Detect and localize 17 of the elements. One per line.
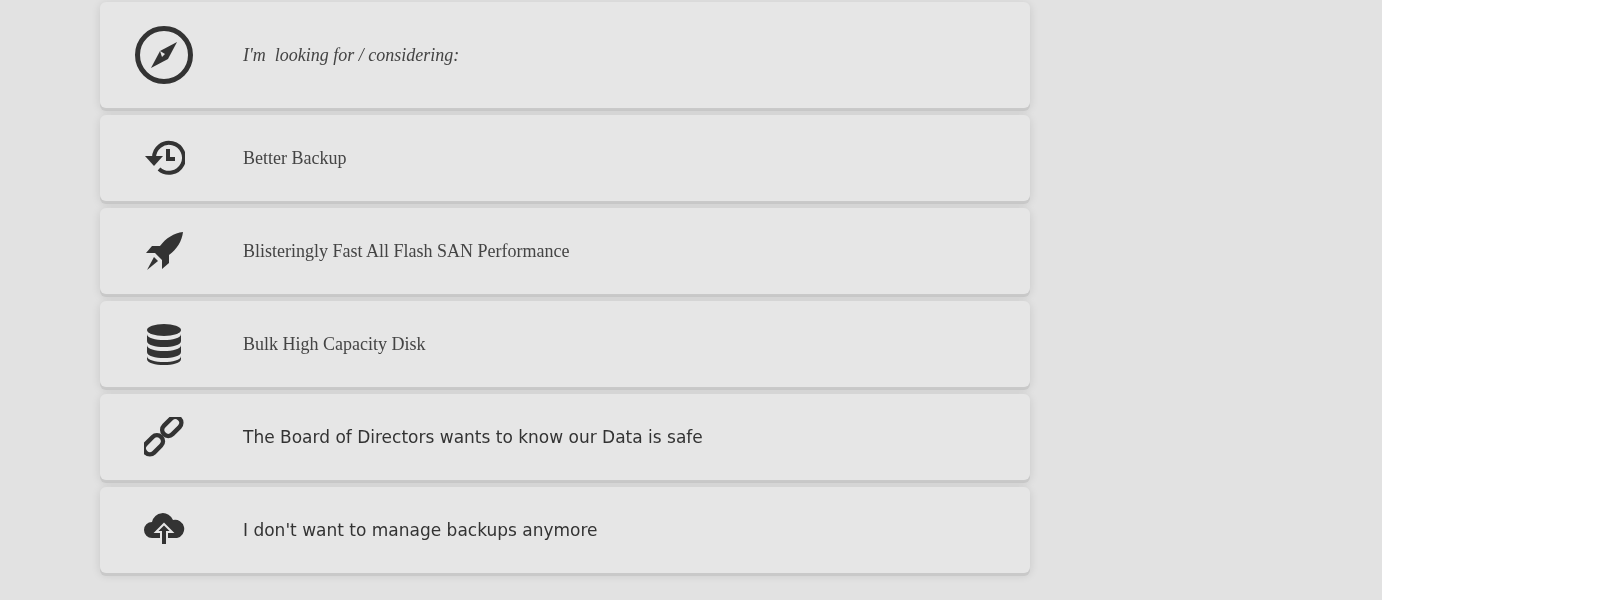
cloud-upload-icon [143,513,185,547]
option-label: Blisteringly Fast All Flash SAN Performance [243,240,570,262]
option-card[interactable]: The Board of Directors wants to know our Data is safe [100,394,1030,480]
option-label: Bulk High Capacity Disk [243,333,426,355]
compass-icon [134,25,194,85]
option-card[interactable]: I don't want to manage backups anymore [100,487,1030,573]
option-card[interactable]: Blisteringly Fast All Flash SAN Performance [100,208,1030,294]
prompt-text: I'm looking for / considering: [243,44,460,66]
option-label: Better Backup [243,147,347,169]
option-card[interactable]: Better Backup [100,115,1030,201]
option-label: The Board of Directors wants to know our Data is safe [243,427,703,447]
database-icon [146,323,182,365]
option-label: I don't want to manage backups anymore [243,520,598,540]
rocket-icon [144,231,184,271]
option-card[interactable]: Bulk High Capacity Disk [100,301,1030,387]
history-icon [143,140,185,176]
link-icon [144,417,184,457]
